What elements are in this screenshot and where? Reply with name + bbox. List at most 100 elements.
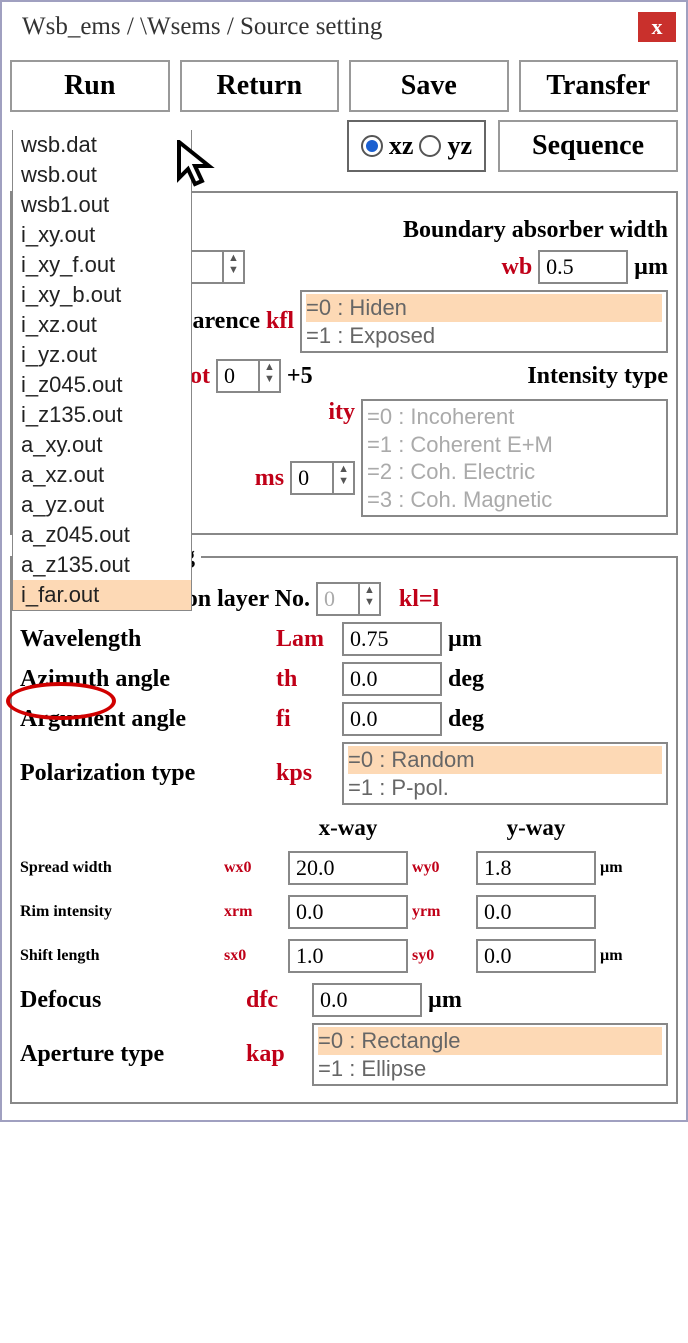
wy0-symbol: wy0 — [412, 859, 472, 877]
sx0-input[interactable]: 1.0 — [288, 939, 408, 973]
content-area: Run Return Save Transfer xz yz Sequence … — [2, 52, 686, 1120]
wx0-symbol: wx0 — [224, 859, 284, 877]
file-dropdown-item[interactable]: a_xz.out — [13, 460, 191, 490]
shift-unit: µm — [600, 947, 650, 965]
file-dropdown-item[interactable]: wsb1.out — [13, 190, 191, 220]
ity-symbol: ity — [328, 399, 355, 426]
sequence-button[interactable]: Sequence — [498, 120, 678, 172]
kps-symbol: kps — [276, 760, 336, 787]
polarization-label: Polarization type — [20, 760, 270, 787]
run-button[interactable]: Run — [10, 60, 170, 112]
radio-yz-label: yz — [447, 131, 472, 161]
yrm-symbol: yrm — [412, 903, 472, 921]
kps-listbox[interactable]: =0 : Random =1 : P-pol. — [342, 742, 668, 805]
sy0-input[interactable]: 0.0 — [476, 939, 596, 973]
ms-symbol: ms — [255, 465, 284, 492]
kps-opt-0[interactable]: =0 : Random — [348, 746, 662, 774]
kfl-opt-0[interactable]: =0 : Hiden — [306, 294, 662, 322]
kap-listbox[interactable]: =0 : Rectangle =1 : Ellipse — [312, 1023, 668, 1086]
th-input[interactable]: 0.0 — [342, 662, 442, 696]
kot-suffix: +5 — [287, 363, 313, 390]
xrm-symbol: xrm — [224, 903, 284, 921]
radio-yz[interactable] — [419, 135, 441, 157]
yway-header: y-way — [476, 815, 596, 841]
kap-opt-0[interactable]: =0 : Rectangle — [318, 1027, 662, 1055]
kfl-opt-1[interactable]: =1 : Exposed — [306, 322, 662, 350]
layer-spinner[interactable]: 0 ▲▼ — [316, 582, 381, 616]
ity-opt-2[interactable]: =2 : Coh. Electric — [367, 458, 662, 486]
layer-input[interactable]: 0 — [318, 584, 358, 614]
fi-symbol: fi — [276, 706, 336, 733]
shift-label: Shift length — [20, 947, 220, 965]
radio-xz-label: xz — [389, 131, 414, 161]
file-dropdown-item[interactable]: i_yz.out — [13, 340, 191, 370]
argument-label: Argument angle — [20, 706, 270, 733]
ity-listbox[interactable]: =0 : Incoherent =1 : Coherent E+M =2 : C… — [361, 399, 668, 517]
return-button[interactable]: Return — [180, 60, 340, 112]
file-dropdown-item[interactable]: a_xy.out — [13, 430, 191, 460]
wy0-input[interactable]: 1.8 — [476, 851, 596, 885]
view-radio-group: xz yz — [347, 120, 486, 172]
file-dropdown-item[interactable]: a_z135.out — [13, 550, 191, 580]
file-dropdown-item[interactable]: a_yz.out — [13, 490, 191, 520]
light-producing-group: Light-producing on layer No. 0 ▲▼ kl=l W… — [10, 543, 678, 1104]
save-button[interactable]: Save — [349, 60, 509, 112]
spread-grid: x-way y-way Spread width wx0 20.0 wy0 1.… — [20, 815, 668, 973]
ms-spinner[interactable]: 0 ▲▼ — [290, 461, 355, 495]
intensity-type-label: Intensity type — [527, 363, 668, 390]
close-button[interactable]: x — [638, 12, 676, 42]
kfl-listbox[interactable]: =0 : Hiden =1 : Exposed — [300, 290, 668, 353]
xway-header: x-way — [288, 815, 408, 841]
wx0-input[interactable]: 20.0 — [288, 851, 408, 885]
sx0-symbol: sx0 — [224, 947, 284, 965]
defocus-label: Defocus — [20, 987, 240, 1014]
dfc-symbol: dfc — [246, 987, 306, 1014]
spread-unit: µm — [600, 859, 650, 877]
toolbar-row-1: Run Return Save Transfer — [10, 60, 678, 112]
file-dropdown-item[interactable]: i_xz.out — [13, 310, 191, 340]
file-dropdown-item[interactable]: i_xy_b.out — [13, 280, 191, 310]
file-dropdown-item[interactable]: i_z045.out — [13, 370, 191, 400]
titlebar: Wsb_ems / \Wsems / Source setting x — [2, 2, 686, 52]
azimuth-label: Azimuth angle — [20, 666, 270, 693]
lam-input[interactable]: 0.75 — [342, 622, 442, 656]
dfc-unit: µm — [428, 987, 462, 1014]
spread-label: Spread width — [20, 859, 220, 877]
wavelength-label: Wavelength — [20, 626, 270, 653]
kfl-symbol: kfl — [266, 308, 294, 335]
ity-opt-3[interactable]: =3 : Coh. Magnetic — [367, 486, 662, 514]
ity-opt-0[interactable]: =0 : Incoherent — [367, 403, 662, 431]
fi-unit: deg — [448, 706, 484, 733]
file-dropdown-item[interactable]: i_z135.out — [13, 400, 191, 430]
wb-input[interactable]: 0.5 — [538, 250, 628, 284]
file-dropdown-item[interactable]: wsb.out — [13, 160, 191, 190]
th-unit: deg — [448, 666, 484, 693]
yrm-input[interactable]: 0.0 — [476, 895, 596, 929]
kps-opt-1[interactable]: =1 : P-pol. — [348, 774, 662, 802]
window-root: Wsb_ems / \Wsems / Source setting x Run … — [0, 0, 688, 1122]
xrm-input[interactable]: 0.0 — [288, 895, 408, 929]
lam-symbol: Lam — [276, 626, 336, 653]
file-dropdown-item[interactable]: i_xy_f.out — [13, 250, 191, 280]
aperture-label: Aperture type — [20, 1041, 240, 1068]
transfer-button[interactable]: Transfer — [519, 60, 679, 112]
ms-input[interactable]: 0 — [292, 463, 332, 493]
fi-input[interactable]: 0.0 — [342, 702, 442, 736]
lam-unit: µm — [448, 626, 482, 653]
file-dropdown[interactable]: wsb.datwsb.outwsb1.outi_xy.outi_xy_f.out… — [12, 130, 192, 611]
file-dropdown-item[interactable]: i_far.out — [13, 580, 191, 610]
kap-opt-1[interactable]: =1 : Ellipse — [318, 1055, 662, 1083]
kot-input[interactable]: 0 — [218, 361, 258, 391]
file-dropdown-item[interactable]: wsb.dat — [13, 130, 191, 160]
file-dropdown-item[interactable]: i_xy.out — [13, 220, 191, 250]
boundary-absorber-label: Boundary absorber width — [403, 217, 668, 244]
wb-symbol: wb — [501, 254, 532, 281]
file-dropdown-item[interactable]: a_z045.out — [13, 520, 191, 550]
dfc-input[interactable]: 0.0 — [312, 983, 422, 1017]
window-title: Wsb_ems / \Wsems / Source setting — [22, 13, 382, 41]
ity-opt-1[interactable]: =1 : Coherent E+M — [367, 431, 662, 459]
radio-xz[interactable] — [361, 135, 383, 157]
wb-unit: µm — [634, 254, 668, 281]
kot-spinner[interactable]: 0 ▲▼ — [216, 359, 281, 393]
sy0-symbol: sy0 — [412, 947, 472, 965]
